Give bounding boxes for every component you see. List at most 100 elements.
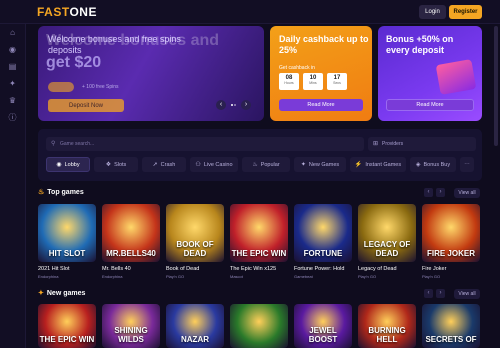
cashback-read-more-button[interactable]: Read More	[279, 99, 363, 111]
game-card[interactable]: FORTUNE	[294, 204, 352, 262]
info-icon[interactable]: ⓘ	[8, 113, 17, 122]
timer-mins-unit: Mins	[309, 81, 317, 85]
star-icon: ✦	[38, 290, 44, 297]
banner-dot[interactable]	[234, 104, 236, 106]
fire-icon: ♨	[252, 162, 258, 168]
game-card[interactable]: SHINING WILDS	[102, 304, 160, 348]
top-games-heading: ♨ Top games	[38, 188, 84, 196]
game-name[interactable]: The Epic Win x125	[230, 266, 290, 272]
tab-popular[interactable]: ♨ Popular	[242, 157, 290, 172]
game-art-label: JEWEL BOOST	[308, 326, 338, 344]
page-scrollbar[interactable]	[494, 26, 498, 146]
providers-label: Providers	[382, 141, 404, 147]
game-card[interactable]: BOOK OF DEAD	[166, 204, 224, 262]
logo-part1: FAST	[37, 5, 70, 19]
tab-slots[interactable]: ❖ Slots	[94, 157, 138, 172]
game-card[interactable]: BURNING HELL	[358, 304, 416, 348]
game-card[interactable]: THE EPIC WIN	[230, 204, 288, 262]
cashback-title: Daily cashback up to 25%	[279, 34, 369, 55]
gamepad-icon: ◉	[56, 162, 62, 168]
game-name[interactable]: Fortune Power: Hold	[294, 266, 354, 272]
banner-next-icon[interactable]: ›	[241, 100, 251, 110]
tab-label: New Games	[308, 161, 340, 168]
tab-label: Slots	[114, 161, 127, 168]
game-provider: Mascot	[230, 274, 243, 279]
welcome-banner[interactable]: Welcome bonuses and Welcome bonuses and …	[38, 26, 264, 121]
new-games-prev-icon[interactable]: ‹	[424, 289, 433, 298]
game-art-label: MR.BELLS40	[106, 249, 156, 258]
game-card[interactable]: NAZAR	[166, 304, 224, 348]
timer-secs-unit: Secs	[333, 81, 341, 85]
game-art-label: BURNING HELL	[368, 326, 406, 344]
welcome-title: Welcome bonuses and free spins deposits	[48, 34, 181, 55]
game-card[interactable]: MR.BELLS40	[102, 204, 160, 262]
search-placeholder: Game search...	[60, 141, 95, 147]
game-card[interactable]	[230, 304, 288, 348]
tab-label: Lobby	[64, 161, 80, 168]
cashback-sub: Get cashback in	[279, 65, 315, 71]
deposit-now-button[interactable]: Deposit Now	[48, 99, 124, 112]
tab-crash[interactable]: ➚ Crash	[142, 157, 186, 172]
tab-new-games[interactable]: ✦ New Games	[294, 157, 346, 172]
game-art-label: SHINING WILDS	[114, 326, 148, 344]
game-art-label: SECRETS OF	[425, 335, 477, 344]
top-games-prev-icon[interactable]: ‹	[424, 188, 433, 197]
bonus-banner[interactable]: Bonus +50% on every deposit Read More	[378, 26, 482, 121]
welcome-small-text: + 100 free Spins	[82, 84, 119, 90]
bonus-read-more-button[interactable]: Read More	[386, 99, 474, 111]
more-icon: ⋯	[464, 161, 470, 168]
game-provider: Endorphina	[102, 274, 123, 279]
logo[interactable]: FASTONE	[37, 5, 97, 19]
game-art-label: BOOK OF DEAD	[176, 240, 214, 258]
gift-icon[interactable]: ✦	[8, 79, 17, 88]
game-card[interactable]: THE EPIC WIN	[38, 304, 96, 348]
tab-bonus-buy[interactable]: ◈ Bonus Buy	[410, 157, 456, 172]
game-name[interactable]: Book of Dead	[166, 266, 226, 272]
logo-part2: ONE	[69, 5, 97, 19]
game-card[interactable]: JEWEL BOOST	[294, 304, 352, 348]
cart-icon: ◈	[415, 162, 421, 168]
game-art-label: FORTUNE	[303, 249, 343, 258]
tab-lobby[interactable]: ◉ Lobby	[46, 157, 90, 172]
trophy-icon[interactable]: ♛	[8, 96, 17, 105]
tab-live-casino[interactable]: ⚇ Live Casino	[190, 157, 238, 172]
game-card[interactable]: HIT SLOT	[38, 204, 96, 262]
side-rail: ⌂ ◉ ▤ ✦ ♛ ⓘ	[0, 24, 26, 348]
game-art-label: THE EPIC WIN	[231, 249, 287, 258]
game-provider: Play'n GO	[422, 274, 441, 279]
gamepad-icon[interactable]: ◉	[8, 45, 17, 54]
game-name[interactable]: 2021 Hit Slot	[38, 266, 98, 272]
gift-box-image	[435, 59, 477, 95]
login-button[interactable]: Login	[419, 5, 446, 19]
new-games-title: New games	[46, 290, 86, 297]
new-games-heading: ✦ New games	[38, 289, 85, 297]
search-icon: ⚲	[51, 141, 56, 147]
game-card[interactable]: LEGACY OF DEAD	[358, 204, 416, 262]
live-icon: ⚇	[195, 162, 201, 168]
tab-more[interactable]: ⋯	[460, 157, 474, 172]
search-input[interactable]: ⚲ Game search...	[46, 137, 364, 151]
game-card[interactable]: SECRETS OF	[422, 304, 480, 348]
fire-icon: ♨	[38, 189, 45, 196]
providers-dropdown[interactable]: ⊞ Providers	[368, 137, 476, 151]
game-name[interactable]: Fire Joker	[422, 266, 482, 272]
tab-instant-games[interactable]: ⚡ Instant Games	[350, 157, 406, 172]
game-name[interactable]: Legacy of Dead	[358, 266, 418, 272]
top-games-view-all-button[interactable]: View all	[454, 188, 480, 198]
new-games-view-all-button[interactable]: View all	[454, 289, 480, 299]
banner-dot[interactable]	[231, 104, 233, 106]
bonus-title: Bonus +50% on every deposit	[386, 34, 454, 55]
cards-icon[interactable]: ▤	[8, 62, 17, 71]
top-games-next-icon[interactable]: ›	[436, 188, 445, 197]
timer-hours: 08 Hours	[279, 73, 299, 90]
new-games-next-icon[interactable]: ›	[436, 289, 445, 298]
grid-icon: ⊞	[373, 141, 379, 147]
tab-label: Popular	[260, 161, 280, 168]
game-card[interactable]: FIRE JOKER	[422, 204, 480, 262]
game-name[interactable]: Mr. Bells 40	[102, 266, 162, 272]
register-button[interactable]: Register	[449, 5, 482, 19]
home-icon[interactable]: ⌂	[8, 28, 17, 37]
cashback-banner[interactable]: Daily cashback up to 25% Get cashback in…	[270, 26, 372, 121]
timer-hours-unit: Hours	[284, 81, 294, 85]
banner-prev-icon[interactable]: ‹	[216, 100, 226, 110]
